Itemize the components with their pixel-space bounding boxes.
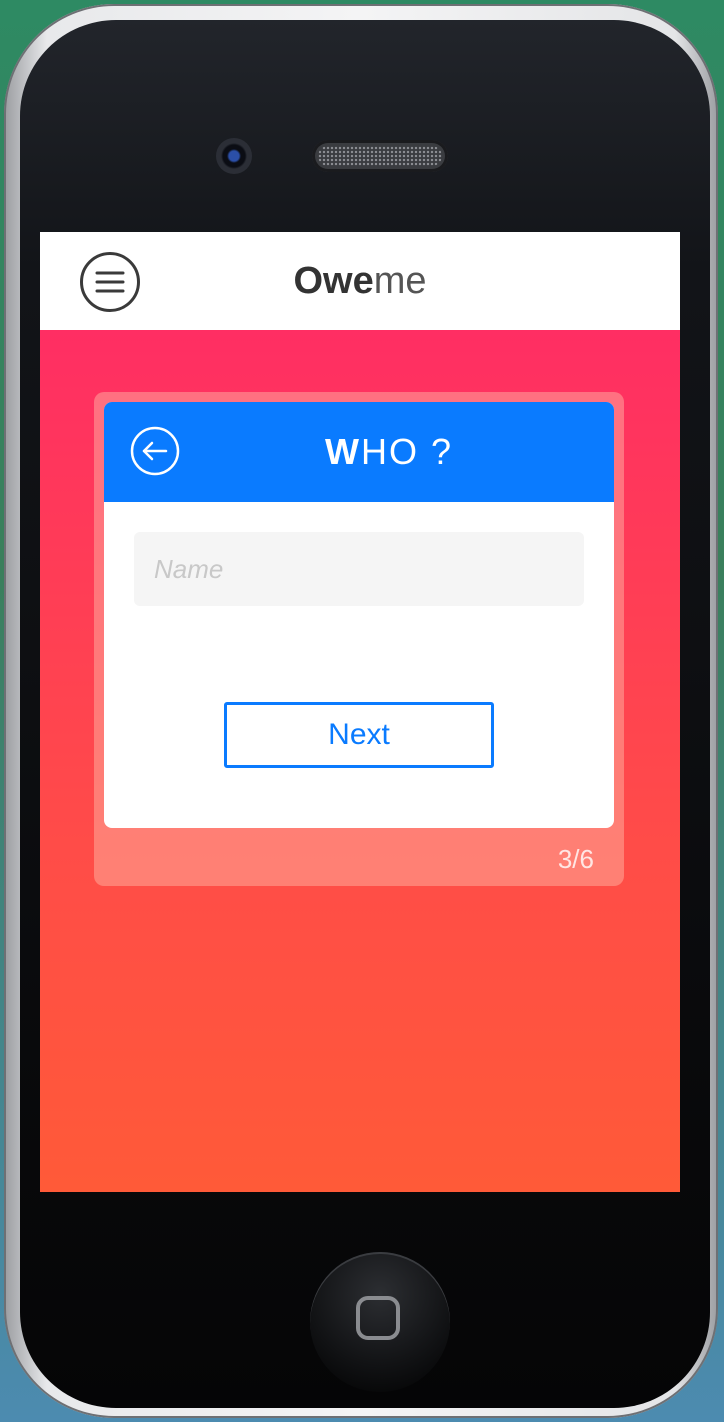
step-card: WHO ? Next [104, 402, 614, 828]
home-button[interactable] [310, 1252, 450, 1392]
main-content: WHO ? Next 3/6 [40, 330, 680, 1192]
app-title-light: me [373, 260, 427, 302]
step-card-container: WHO ? Next 3/6 [94, 392, 624, 886]
menu-button[interactable] [80, 252, 140, 312]
app-title: Oweme [160, 256, 560, 306]
next-button[interactable]: Next [224, 702, 494, 768]
card-title-bold: W [324, 431, 361, 472]
app-screen: Oweme WHO ? Next 3/6 [40, 232, 680, 1192]
home-square-icon [356, 1296, 400, 1340]
step-counter: 3/6 [557, 844, 594, 874]
card-header: WHO ? [104, 402, 614, 502]
name-input[interactable] [134, 532, 584, 606]
hamburger-menu-icon [95, 271, 125, 293]
card-title: WHO ? [204, 428, 574, 476]
card-title-rest: HO ? [360, 431, 453, 472]
back-button[interactable] [130, 426, 180, 476]
app-header: Oweme [40, 232, 680, 330]
arrow-left-circle-icon [130, 426, 180, 476]
front-camera [216, 138, 252, 174]
earpiece-speaker [312, 140, 448, 172]
app-title-bold: Owe [293, 260, 374, 302]
